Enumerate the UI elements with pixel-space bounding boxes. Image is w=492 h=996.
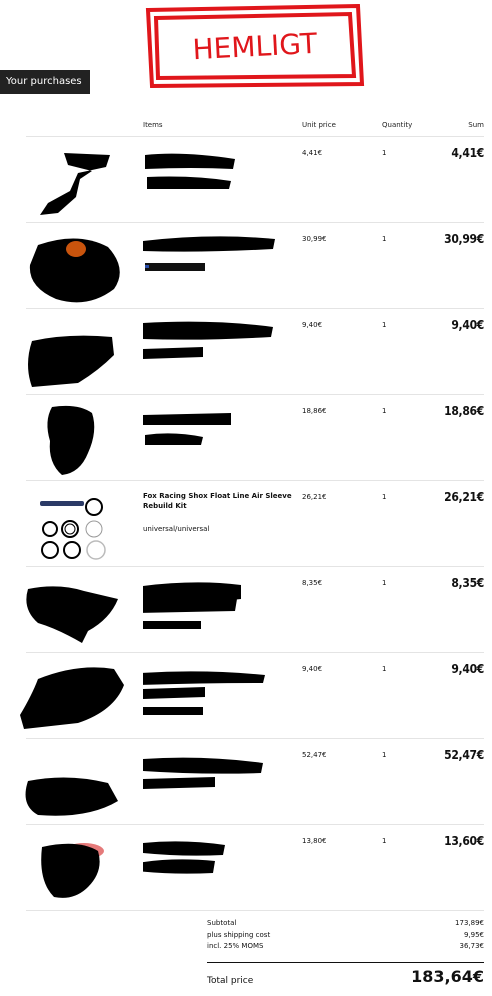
table-row: 52,47€ 1 52,47€	[0, 739, 492, 825]
redacted-image	[18, 659, 130, 737]
redacted-image	[18, 229, 130, 307]
unit-price: 52,47€	[302, 751, 327, 759]
vat-value: 36,73€	[459, 942, 485, 950]
sum: 30,99€	[444, 232, 484, 246]
redacted-item-name	[143, 749, 288, 809]
quantity: 1	[382, 751, 387, 759]
redacted-item-name	[141, 663, 288, 723]
product-image	[18, 487, 130, 565]
quantity: 1	[382, 579, 387, 587]
unit-price: 26,21€	[302, 493, 327, 501]
table-row: Fox Racing Shox Float Line Air Sleeve Re…	[0, 481, 492, 567]
sum: 26,21€	[444, 490, 484, 504]
quantity: 1	[382, 149, 387, 157]
sum: 8,35€	[451, 576, 484, 590]
sum: 13,60€	[444, 834, 484, 848]
table-row: 8,35€ 1 8,35€	[0, 567, 492, 653]
redacted-item-name	[143, 147, 288, 207]
shipping-value: 9,95€	[463, 931, 484, 939]
redacted-item-name	[143, 319, 288, 379]
table-row: 18,86€ 1 18,86€	[0, 395, 492, 481]
unit-price: 18,86€	[302, 407, 327, 415]
redacted-item-name	[143, 405, 288, 465]
total-label: Total price	[207, 976, 254, 986]
vat-label: incl. 25% MOMS	[207, 942, 264, 950]
unit-price: 9,40€	[302, 665, 323, 673]
your-purchases-tab[interactable]: Your purchases	[0, 70, 90, 94]
unit-price: 13,80€	[302, 837, 327, 845]
redacted-item-name	[137, 835, 288, 895]
quantity: 1	[382, 321, 387, 329]
quantity: 1	[382, 665, 387, 673]
item-name[interactable]: Fox Racing Shox Float Line Air Sleeve Re…	[143, 491, 293, 511]
col-sum: Sum	[468, 121, 484, 129]
subtotal-value: 173,89€	[455, 919, 484, 927]
total-divider	[207, 962, 484, 963]
table-row: 30,99€ 1 30,99€	[0, 223, 492, 309]
redacted-image	[18, 745, 130, 823]
table-row: 9,40€ 1 9,40€	[0, 309, 492, 395]
redacted-image	[18, 831, 130, 909]
stamp-text: HEMLIGT	[192, 27, 319, 67]
redacted-item-name	[143, 233, 288, 293]
sum: 9,40€	[451, 662, 484, 676]
redacted-item-name	[135, 577, 288, 637]
quantity: 1	[382, 837, 387, 845]
unit-price: 8,35€	[302, 579, 323, 587]
table-row: 4,41€ 1 4,41€	[0, 137, 492, 223]
redacted-image	[18, 143, 130, 221]
unit-price: 30,99€	[302, 235, 327, 243]
shipping-label: plus shipping cost	[207, 931, 271, 939]
sum: 4,41€	[451, 146, 484, 160]
redacted-image	[18, 573, 130, 651]
redacted-image	[18, 401, 130, 479]
quantity: 1	[382, 493, 387, 501]
table-row: 9,40€ 1 9,40€	[0, 653, 492, 739]
quantity: 1	[382, 407, 387, 415]
col-unit-price: Unit price	[302, 121, 336, 129]
col-quantity: Quantity	[382, 121, 413, 129]
confidential-stamp: HEMLIGT	[144, 3, 366, 89]
sum: 18,86€	[444, 404, 484, 418]
total-value: 183,64€	[411, 967, 484, 986]
quantity: 1	[382, 235, 387, 243]
row-divider	[26, 910, 484, 911]
sum: 52,47€	[444, 748, 484, 762]
item-variant: universal/universal	[143, 525, 210, 533]
subtotal-label: Subtotal	[207, 919, 237, 927]
sum: 9,40€	[451, 318, 484, 332]
table-row: 13,80€ 1 13,60€	[0, 825, 492, 911]
unit-price: 4,41€	[302, 149, 323, 157]
col-items: Items	[143, 121, 163, 129]
redacted-image	[18, 315, 130, 393]
unit-price: 9,40€	[302, 321, 323, 329]
